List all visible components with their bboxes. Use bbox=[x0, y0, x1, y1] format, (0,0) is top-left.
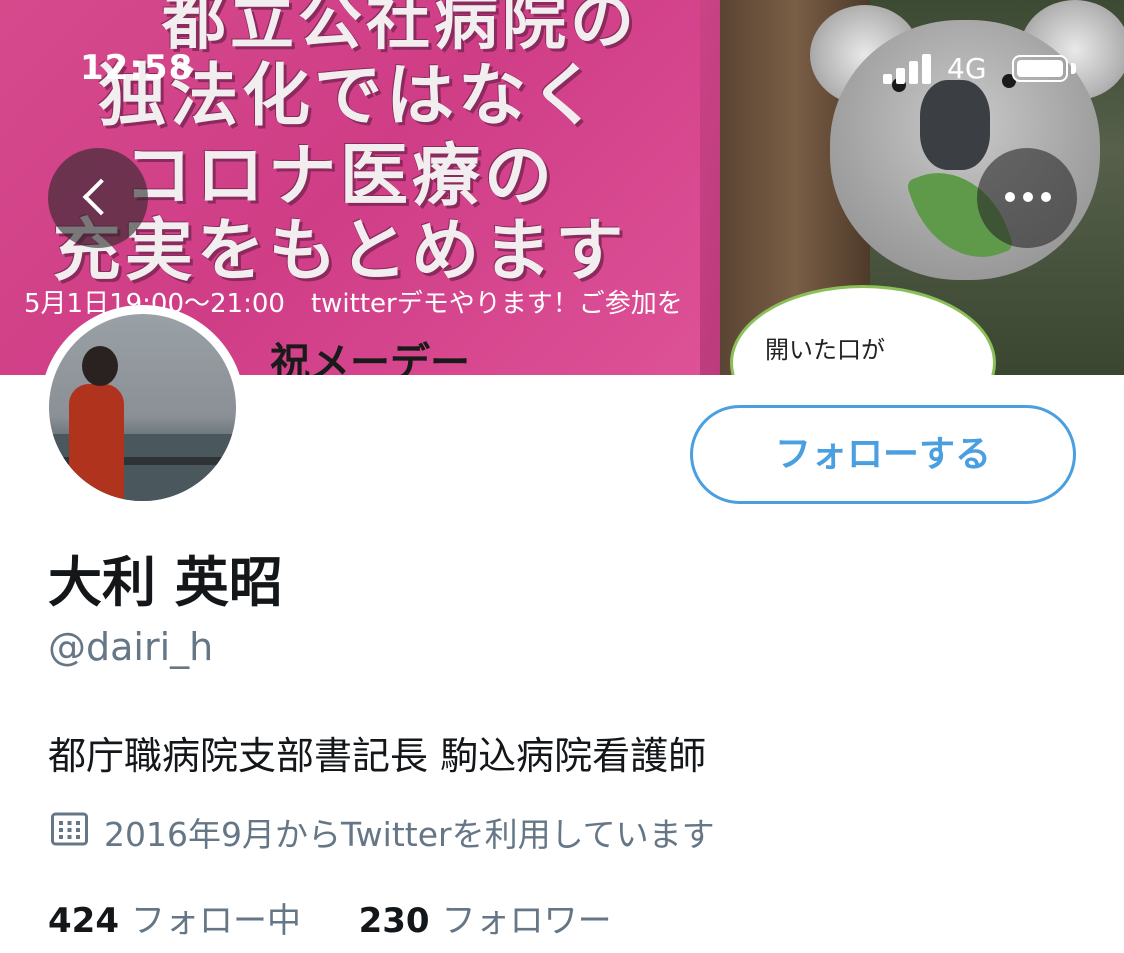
signal-icon bbox=[883, 52, 935, 84]
chevron-left-icon bbox=[82, 178, 120, 216]
following-link[interactable]: 424 フォロー中 bbox=[48, 901, 312, 941]
followers-link[interactable]: 230 フォロワー bbox=[348, 901, 612, 941]
more-horizontal-icon bbox=[1005, 192, 1051, 202]
avatar[interactable] bbox=[40, 305, 245, 510]
joined-date: 2016年9月からTwitterを利用しています bbox=[104, 815, 715, 854]
follow-button[interactable]: フォローする bbox=[690, 405, 1076, 504]
battery-icon bbox=[1012, 55, 1068, 82]
more-options-button[interactable] bbox=[977, 148, 1077, 248]
koala-nose bbox=[920, 80, 990, 170]
poster-footer: 祝メーデー bbox=[270, 340, 470, 375]
avatar-photo bbox=[49, 314, 236, 501]
calendar-icon bbox=[51, 812, 88, 846]
status-time: 12:58 bbox=[80, 48, 194, 88]
following-label: フォロー中 bbox=[130, 901, 301, 941]
avatar-person-body bbox=[69, 384, 124, 501]
user-handle: @dairi_h bbox=[48, 625, 214, 669]
network-type: 4G bbox=[947, 52, 987, 85]
follow-stats: 424 フォロー中 230 フォロワー bbox=[48, 893, 612, 942]
profile-bio: 都庁職病院支部書記長 駒込病院看護師 bbox=[48, 734, 707, 778]
back-button[interactable] bbox=[48, 148, 148, 248]
avatar-person-head bbox=[82, 346, 118, 386]
followers-label: フォロワー bbox=[441, 901, 612, 941]
display-name: 大利 英昭 bbox=[48, 551, 283, 614]
followers-count: 230 bbox=[358, 901, 430, 941]
speech-bubble-text: 開いた口が bbox=[765, 336, 885, 364]
following-count: 424 bbox=[48, 901, 119, 941]
battery-tip bbox=[1071, 63, 1076, 74]
